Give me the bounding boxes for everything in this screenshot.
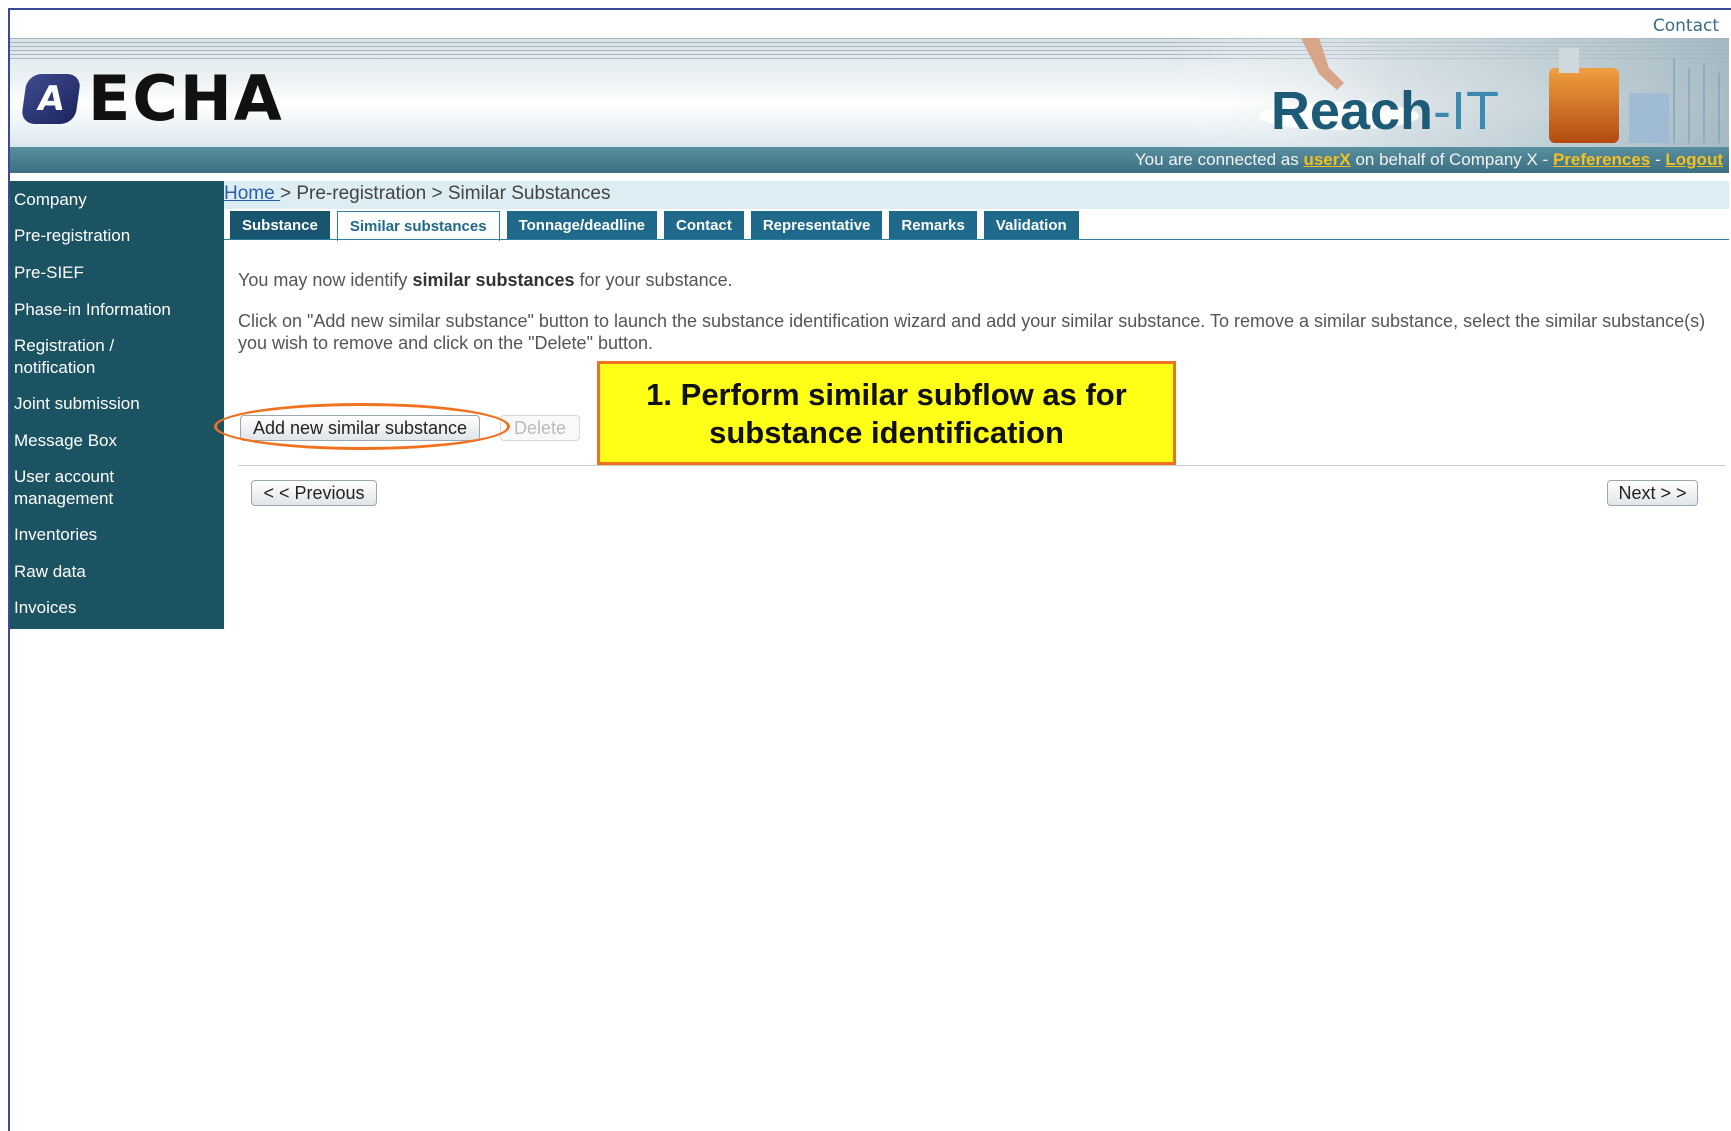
top-contact-link[interactable]: Contact: [1653, 16, 1719, 36]
intro-text: You may now identify similar substances …: [238, 269, 733, 291]
reach-it-main: Reach: [1270, 81, 1434, 141]
intro-after: for your substance.: [574, 270, 733, 290]
sidebar-item-inventories[interactable]: Inventories: [10, 524, 219, 546]
sidebar-item-joint-submission[interactable]: Joint submission: [10, 393, 219, 415]
tab-substance[interactable]: Substance: [230, 211, 330, 240]
sidebar-item-raw-data[interactable]: Raw data: [10, 561, 219, 583]
intro-before: You may now identify: [238, 270, 413, 290]
intro-bold: similar substances: [412, 270, 575, 290]
echa-logo-text: ECHA: [88, 62, 284, 135]
sidebar-item-user-account-management[interactable]: User account management: [10, 466, 154, 510]
logout-link[interactable]: Logout: [1665, 150, 1723, 169]
annotation-callout: 1. Perform similar subflow as for substa…: [597, 361, 1176, 465]
previous-button[interactable]: < < Previous: [251, 480, 377, 506]
sidebar-item-message-box[interactable]: Message Box: [10, 430, 219, 452]
callout-line-1: 1. Perform similar subflow as for: [646, 377, 1127, 412]
tab-contact[interactable]: Contact: [664, 211, 744, 240]
sidebar-nav: Company Pre-registration Pre-SIEF Phase-…: [10, 181, 224, 629]
page-frame: [8, 8, 1731, 1131]
connection-status-bar: You are connected as userX on behalf of …: [10, 147, 1729, 173]
content-divider: [238, 465, 1725, 466]
echa-logo-icon: A: [20, 74, 82, 124]
callout-line-2: substance identification: [709, 415, 1064, 450]
sidebar-item-registration-notification[interactable]: Registration / notification: [10, 335, 164, 379]
user-link[interactable]: userX: [1303, 150, 1350, 169]
sidebar-item-phase-in-information[interactable]: Phase-in Information: [10, 299, 219, 321]
instructions-text: Click on "Add new similar substance" but…: [238, 311, 1706, 353]
sidebar-item-pre-sief[interactable]: Pre-SIEF: [10, 262, 219, 284]
connected-prefix: You are connected as: [1134, 150, 1304, 169]
sidebar-item-pre-registration[interactable]: Pre-registration: [10, 225, 219, 247]
breadcrumb-path: > Pre-registration > Similar Substances: [279, 183, 611, 204]
next-button[interactable]: Next > >: [1607, 480, 1698, 506]
preferences-link[interactable]: Preferences: [1553, 150, 1650, 169]
breadcrumb-home-link[interactable]: Home: [224, 183, 280, 204]
tab-similar-substances[interactable]: Similar substances: [336, 211, 500, 241]
sidebar-item-company[interactable]: Company: [10, 189, 219, 211]
tab-representative[interactable]: Representative: [750, 211, 883, 240]
reach-it-logo: Reach-IT: [1271, 84, 1499, 138]
separator: -: [1650, 150, 1666, 169]
behalf-text: on behalf of Company X -: [1350, 150, 1553, 169]
reach-it-suffix: -IT: [1433, 81, 1499, 141]
tab-bar: Substance Similar substances Tonnage/dea…: [230, 211, 1086, 241]
tab-validation[interactable]: Validation: [983, 211, 1079, 240]
tab-remarks[interactable]: Remarks: [889, 211, 977, 240]
tab-underline: [224, 239, 1729, 240]
sidebar-item-invoices[interactable]: Invoices: [10, 597, 219, 619]
breadcrumb: Home > Pre-registration > Similar Substa…: [224, 183, 611, 205]
delete-button[interactable]: Delete: [500, 415, 580, 441]
tab-tonnage-deadline[interactable]: Tonnage/deadline: [506, 211, 657, 240]
highlight-oval: [214, 403, 510, 450]
echa-logo[interactable]: A ECHA: [20, 62, 284, 135]
header-banner: A ECHA Reach-IT: [10, 38, 1729, 147]
